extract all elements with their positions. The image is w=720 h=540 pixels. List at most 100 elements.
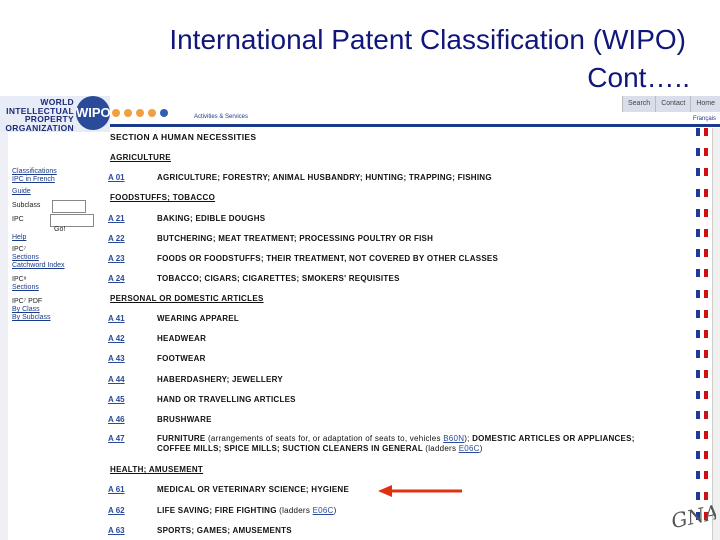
- french-flag-icon[interactable]: [696, 431, 708, 439]
- nav-search[interactable]: Search: [622, 96, 655, 112]
- class-desc-a63: SPORTS; GAMES; AMUSEMENTS: [157, 526, 292, 535]
- a47-paren: (arrangements of seats for, or adaptatio…: [207, 434, 441, 443]
- a47-end: ): [479, 444, 483, 453]
- gnas-watermark-icon: GNAS: [669, 497, 716, 533]
- french-flag-icon[interactable]: [696, 289, 708, 298]
- class-desc-a24: TOBACCO; CIGARS; CIGARETTES; SMOKERS' RE…: [157, 274, 400, 283]
- a47-main: FURNITURE: [157, 434, 206, 443]
- header-divider: [110, 124, 720, 127]
- french-flag-icon[interactable]: [696, 330, 708, 338]
- group-heading-personal: PERSONAL OR DOMESTIC ARTICLES: [110, 294, 264, 303]
- french-flag-icon[interactable]: [696, 410, 708, 419]
- sidebar: Classifications IPC in French Guide Subc…: [0, 132, 108, 540]
- class-desc-a42: HEADWEAR: [157, 334, 207, 343]
- french-flag-icon[interactable]: [696, 148, 708, 157]
- link-e06c-2[interactable]: E06C: [313, 506, 334, 515]
- french-flag-icon[interactable]: [696, 390, 708, 399]
- dot-icon: [124, 109, 132, 117]
- class-desc-a22: BUTCHERING; MEAT TREATMENT; PROCESSING P…: [157, 234, 434, 243]
- slide-title-line2: Cont…..: [587, 62, 690, 93]
- class-desc-a44: HABERDASHERY; JEWELLERY: [157, 375, 283, 384]
- subclass-label: Subclass: [12, 202, 41, 209]
- french-flag-icon[interactable]: [696, 229, 708, 237]
- class-code-a61[interactable]: A 61: [108, 485, 125, 494]
- class-code-a45[interactable]: A 45: [108, 395, 125, 404]
- class-code-a42[interactable]: A 42: [108, 334, 125, 343]
- class-code-a44[interactable]: A 44: [108, 375, 125, 384]
- dot-icon: [112, 109, 120, 117]
- french-flag-icon[interactable]: [696, 471, 708, 480]
- group-heading-health: HEALTH; AMUSEMENT: [110, 465, 204, 474]
- slide-title-line1: International Patent Classification (WIP…: [169, 24, 686, 55]
- group-heading-foodstuffs: FOODSTUFFS; TOBACCO: [110, 193, 216, 202]
- sidebar-help[interactable]: Help: [12, 234, 26, 242]
- french-flag-icon[interactable]: [696, 188, 708, 197]
- a62-main: LIFE SAVING; FIRE FIGHTING: [157, 506, 277, 515]
- nav-home[interactable]: Home: [690, 96, 720, 112]
- french-flag-icon[interactable]: [696, 370, 708, 379]
- top-nav: Search Contact Home: [622, 96, 720, 112]
- french-flag-icon[interactable]: [696, 451, 708, 460]
- dot-icon: [148, 109, 156, 117]
- class-code-a21[interactable]: A 21: [108, 214, 125, 223]
- sidebar-catchword[interactable]: Catchword Index: [12, 262, 65, 270]
- sidebar-by-subclass[interactable]: By Subclass: [12, 314, 51, 322]
- class-desc-a47: FURNITURE (arrangements of seats for, or…: [157, 434, 647, 454]
- french-flag-icon[interactable]: [696, 269, 708, 278]
- decorative-dots: [112, 104, 172, 122]
- wipo-globe-icon: WIPO: [76, 96, 111, 130]
- dot-icon: [136, 109, 144, 117]
- nav-contact[interactable]: Contact: [655, 96, 690, 112]
- a62-end: ): [333, 506, 337, 515]
- class-code-a22[interactable]: A 22: [108, 234, 125, 243]
- class-desc-a41: WEARING APPAREL: [157, 314, 239, 323]
- classification-content: SECTION A HUMAN NECESSITIES AGRICULTURE …: [108, 128, 696, 540]
- class-code-a62[interactable]: A 62: [108, 506, 125, 515]
- wipo-logo[interactable]: WORLD INTELLECTUAL PROPERTY ORGANIZATION…: [0, 96, 111, 133]
- class-desc-a46: BRUSHWARE: [157, 415, 212, 424]
- logo-text: WORLD INTELLECTUAL PROPERTY ORGANIZATION: [5, 97, 74, 133]
- a47-paren-end: );: [464, 434, 470, 443]
- link-b60n[interactable]: B60N: [443, 434, 464, 443]
- sidebar-stripe: [0, 132, 8, 540]
- ipc-label: IPC: [12, 216, 24, 223]
- top-bar: Activities & Services Search Contact Hom…: [110, 96, 720, 126]
- class-code-a47[interactable]: A 47: [108, 434, 125, 443]
- french-flag-icon[interactable]: [696, 249, 708, 258]
- class-code-a43[interactable]: A 43: [108, 354, 125, 363]
- ipc7-heading: IPC⁷: [12, 246, 27, 253]
- class-code-a41[interactable]: A 41: [108, 314, 125, 323]
- class-desc-a62: LIFE SAVING; FIRE FIGHTING (ladders E06C…: [157, 506, 647, 516]
- class-code-a01[interactable]: A 01: [108, 173, 125, 182]
- group-heading-agriculture: AGRICULTURE: [110, 153, 171, 162]
- language-link[interactable]: Français: [693, 116, 716, 122]
- class-code-a46[interactable]: A 46: [108, 415, 125, 424]
- french-flag-icon[interactable]: [696, 309, 708, 318]
- scrollbar[interactable]: [712, 128, 720, 540]
- sidebar-classifications[interactable]: Classifications: [12, 168, 57, 176]
- class-code-a23[interactable]: A 23: [108, 254, 125, 263]
- class-code-a63[interactable]: A 63: [108, 526, 125, 535]
- class-desc-a45: HAND OR TRAVELLING ARTICLES: [157, 395, 296, 404]
- sidebar-ipc-french[interactable]: IPC in French: [12, 176, 55, 184]
- sidebar-by-class[interactable]: By Class: [12, 306, 40, 314]
- class-code-a24[interactable]: A 24: [108, 274, 125, 283]
- sidebar-guide[interactable]: Guide: [12, 188, 31, 196]
- ipc8-heading: IPC⁸: [12, 276, 27, 283]
- sidebar-sections2[interactable]: Sections: [12, 284, 39, 292]
- gnas-text: GNAS: [669, 497, 716, 533]
- subclass-input[interactable]: [52, 200, 86, 213]
- french-flag-icon[interactable]: [696, 208, 708, 217]
- french-flag-icon[interactable]: [696, 168, 708, 177]
- activities-link[interactable]: Activities & Services: [194, 114, 248, 120]
- red-arrow-icon: [378, 485, 462, 497]
- class-desc-a01: AGRICULTURE; FORESTRY; ANIMAL HUSBANDRY;…: [157, 173, 492, 182]
- french-flag-icon[interactable]: [696, 128, 708, 136]
- french-flag-icon[interactable]: [696, 350, 708, 359]
- sidebar-sections[interactable]: Sections: [12, 254, 39, 262]
- class-desc-a21: BAKING; EDIBLE DOUGHS: [157, 214, 266, 223]
- link-e06c[interactable]: E06C: [459, 444, 480, 453]
- ipc7-pdf-heading: IPC⁷ PDF: [12, 298, 43, 305]
- go-button[interactable]: Go!: [54, 226, 65, 233]
- dot-icon: [160, 109, 168, 117]
